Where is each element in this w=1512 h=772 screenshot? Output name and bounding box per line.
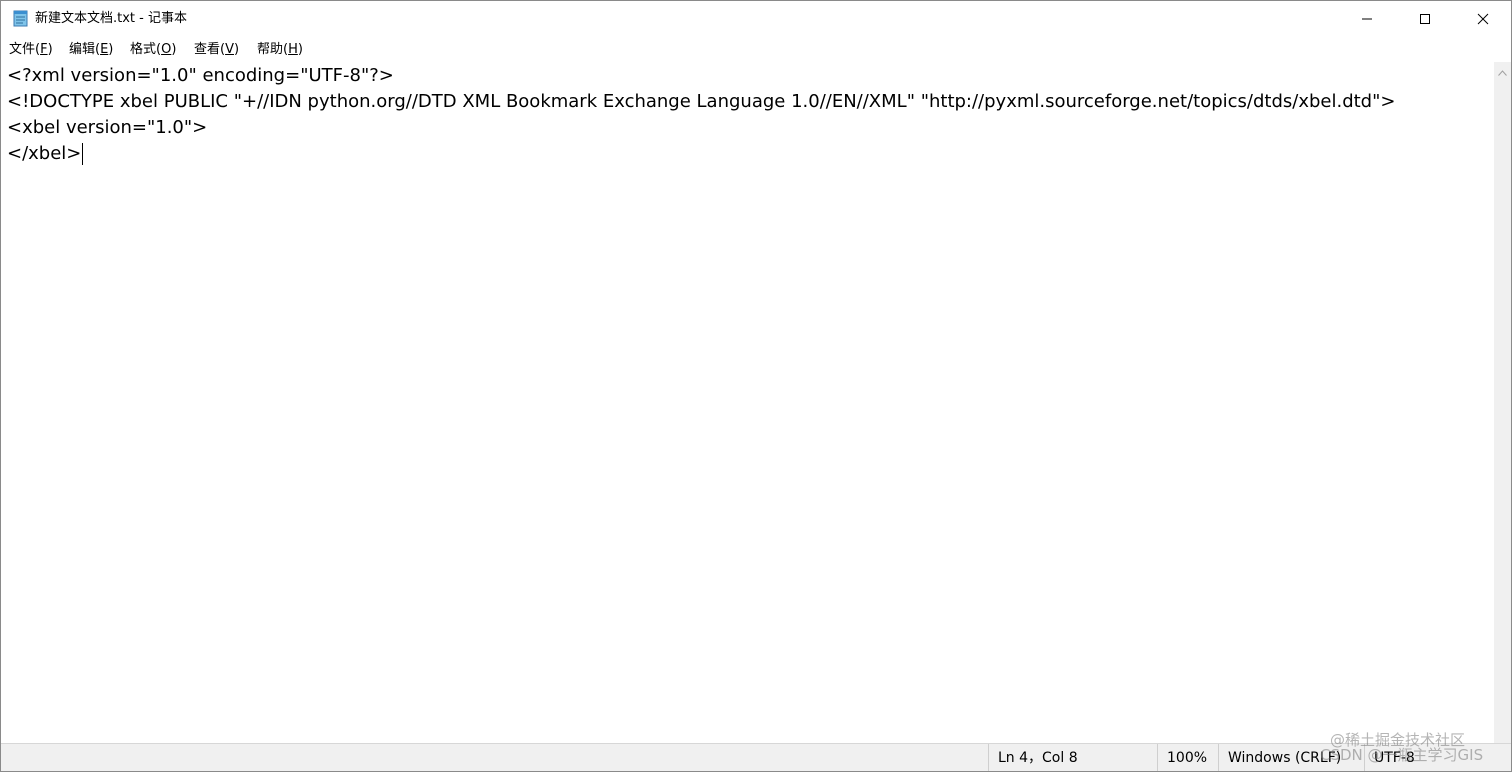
notepad-window: 新建文本文档.txt - 记事本 文件(F) 编辑(E) 格式(O) 查看(V)… bbox=[0, 0, 1512, 772]
menu-bar: 文件(F) 编辑(E) 格式(O) 查看(V) 帮助(H) bbox=[1, 38, 1511, 62]
window-title: 新建文本文档.txt - 记事本 bbox=[35, 11, 187, 26]
cursor-position: Ln 4，Col 8 bbox=[988, 744, 1157, 771]
status-bar: Ln 4，Col 8 100% Windows (CRLF) UTF-8 bbox=[1, 743, 1511, 771]
minimize-button[interactable] bbox=[1338, 1, 1396, 37]
close-button[interactable] bbox=[1454, 1, 1511, 37]
notepad-icon bbox=[12, 10, 29, 27]
close-icon bbox=[1477, 10, 1489, 29]
menu-edit[interactable]: 编辑(E) bbox=[69, 41, 113, 59]
watermark-text: CSDN @一瓶主学习GIS bbox=[1320, 746, 1484, 764]
editor-line: <!DOCTYPE xbel PUBLIC "+//IDN python.org… bbox=[7, 91, 1396, 112]
vertical-scrollbar[interactable] bbox=[1494, 62, 1511, 743]
menu-help[interactable]: 帮助(H) bbox=[257, 41, 303, 59]
maximize-icon bbox=[1419, 10, 1431, 29]
maximize-button[interactable] bbox=[1396, 1, 1454, 37]
editor-line: <?xml version="1.0" encoding="UTF-8"?> bbox=[7, 65, 394, 86]
editor-line: <xbel version="1.0"> bbox=[7, 117, 208, 138]
chevron-up-icon bbox=[1498, 61, 1507, 80]
scroll-up-button[interactable] bbox=[1494, 62, 1511, 79]
editor-line-last: </xbel> bbox=[7, 143, 84, 165]
text-caret bbox=[82, 143, 84, 165]
text-editor[interactable]: <?xml version="1.0" encoding="UTF-8"?> <… bbox=[1, 62, 1494, 743]
minimize-icon bbox=[1361, 10, 1373, 29]
title-bar[interactable]: 新建文本文档.txt - 记事本 bbox=[1, 1, 1511, 37]
menu-format[interactable]: 格式(O) bbox=[130, 41, 176, 59]
zoom-level: 100% bbox=[1157, 744, 1218, 771]
menu-view[interactable]: 查看(V) bbox=[194, 41, 239, 59]
menu-file[interactable]: 文件(F) bbox=[9, 41, 53, 59]
